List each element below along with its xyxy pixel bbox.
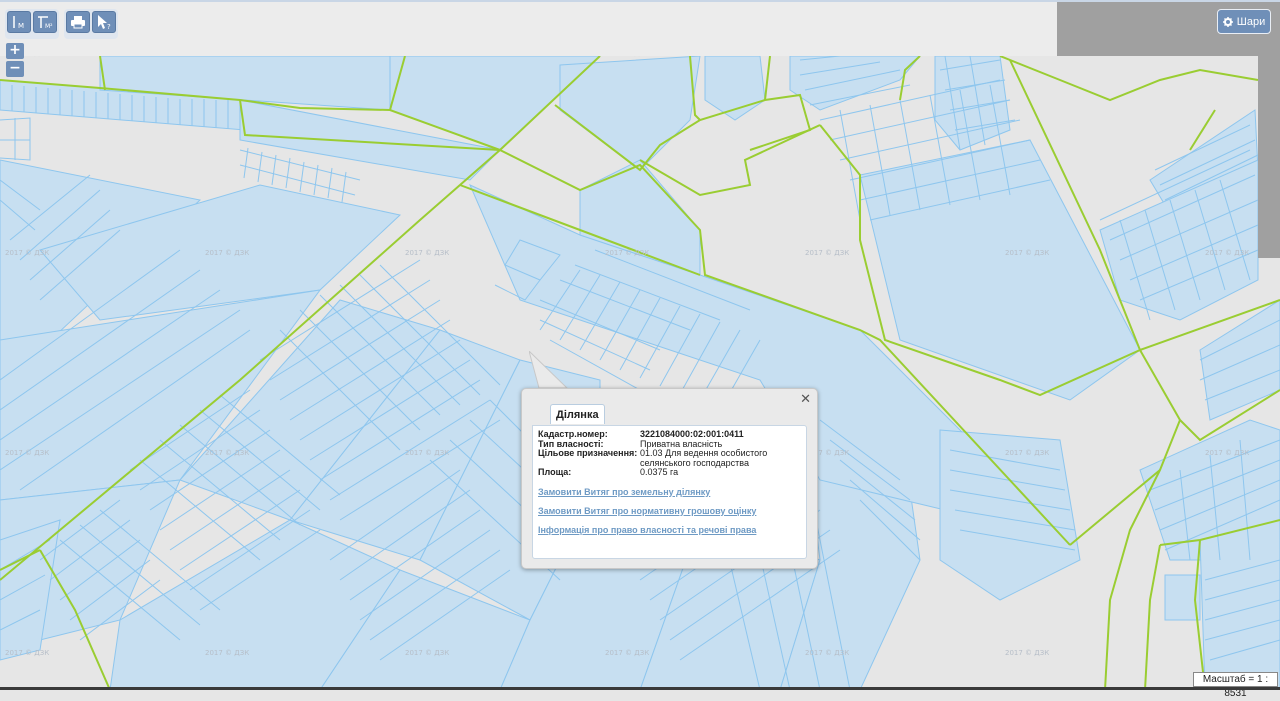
svg-text:2017 © ДЗК: 2017 © ДЗК	[405, 449, 449, 457]
map-canvas[interactable]: 2017 © ДЗК 2017 © ДЗК 2017 © ДЗК 2017 © …	[0, 56, 1280, 690]
layers-panel-strip	[1258, 56, 1280, 258]
property-row-area: Площа: 0.0375 га	[538, 467, 801, 478]
svg-text:2017 © ДЗК: 2017 © ДЗК	[405, 56, 449, 57]
close-icon[interactable]: ✕	[800, 392, 811, 407]
ruler-m-icon: M	[13, 16, 24, 30]
tab-parcel[interactable]: Ділянка	[550, 404, 605, 424]
zoom-out-button[interactable]: −	[6, 61, 24, 77]
svg-text:2017 © ДЗК: 2017 © ДЗК	[405, 249, 449, 257]
ownership-info-link[interactable]: Інформація про право власності та речові…	[538, 525, 801, 535]
svg-text:2017 © ДЗК: 2017 © ДЗК	[1005, 449, 1049, 457]
cadastral-map[interactable]: 2017 © ДЗК 2017 © ДЗК 2017 © ДЗК 2017 © …	[0, 56, 1280, 690]
parcel-info-popup: ✕ Ділянка Кадастр.номер: 3221084000:02:0…	[521, 388, 818, 569]
identify-button[interactable]: ?	[92, 11, 116, 33]
property-label: Цільове призначення:	[538, 448, 638, 458]
svg-text:2017 © ДЗК: 2017 © ДЗК	[1005, 649, 1049, 657]
measure-tools: M M²	[5, 9, 59, 39]
layers-button[interactable]: Шари	[1217, 9, 1271, 34]
cursor-help-icon: ?	[98, 15, 111, 30]
svg-text:2017 © ДЗК: 2017 © ДЗК	[1205, 449, 1249, 457]
svg-text:M²: M²	[45, 23, 53, 30]
zoom-control: + −	[6, 43, 24, 77]
popup-pointer	[529, 351, 569, 389]
util-tools: ?	[64, 9, 118, 39]
land-purpose: 01.03 Для ведення особистого селянського…	[640, 448, 768, 468]
svg-text:M: M	[18, 22, 24, 30]
order-land-extract-link[interactable]: Замовити Витяг про земельну ділянку	[538, 487, 801, 497]
svg-text:?: ?	[107, 23, 111, 30]
zoom-in-button[interactable]: +	[6, 43, 24, 59]
printer-icon	[71, 16, 85, 29]
svg-text:2017 © ДЗК: 2017 © ДЗК	[205, 56, 249, 57]
svg-text:2017 © ДЗК: 2017 © ДЗК	[405, 649, 449, 657]
svg-text:2017 © ДЗК: 2017 © ДЗК	[805, 249, 849, 257]
svg-text:2017 © ДЗК: 2017 © ДЗК	[5, 449, 49, 457]
gear-icon	[1222, 16, 1233, 27]
svg-text:2017 © ДЗК: 2017 © ДЗК	[1005, 249, 1049, 257]
svg-text:2017 © ДЗК: 2017 © ДЗК	[605, 249, 649, 257]
svg-text:2017 © ДЗК: 2017 © ДЗК	[605, 649, 649, 657]
svg-text:2017 © ДЗК: 2017 © ДЗК	[205, 649, 249, 657]
order-valuation-extract-link[interactable]: Замовити Витяг про нормативну грошову оц…	[538, 506, 801, 516]
popup-content: Кадастр.номер: 3221084000:02:001:0411 Ти…	[532, 425, 807, 559]
ruler-m2-icon: M²	[38, 16, 53, 30]
layers-label: Шари	[1236, 15, 1266, 28]
measure-length-button[interactable]: M	[7, 11, 31, 33]
svg-text:2017 © ДЗК: 2017 © ДЗК	[5, 649, 49, 657]
svg-text:2017 © ДЗК: 2017 © ДЗК	[805, 649, 849, 657]
property-row-purpose: Цільове призначення: 01.03 Для ведення о…	[538, 448, 801, 468]
print-button[interactable]	[66, 11, 90, 33]
svg-text:2017 © ДЗК: 2017 © ДЗК	[805, 56, 849, 57]
svg-text:2017 © ДЗК: 2017 © ДЗК	[605, 56, 649, 57]
svg-text:2017 © ДЗК: 2017 © ДЗК	[5, 249, 49, 257]
popup-links: Замовити Витяг про земельну ділянку Замо…	[538, 487, 801, 535]
scale-indicator: Масштаб = 1 : 8531	[1193, 672, 1278, 699]
parcel-area: 0.0375 га	[640, 467, 679, 477]
measure-area-button[interactable]: M²	[33, 11, 57, 33]
svg-text:2017 © ДЗК: 2017 © ДЗК	[205, 449, 249, 457]
svg-text:2017 © ДЗК: 2017 © ДЗК	[1205, 249, 1249, 257]
svg-text:2017 © ДЗК: 2017 © ДЗК	[205, 249, 249, 257]
property-label: Площа:	[538, 467, 572, 477]
